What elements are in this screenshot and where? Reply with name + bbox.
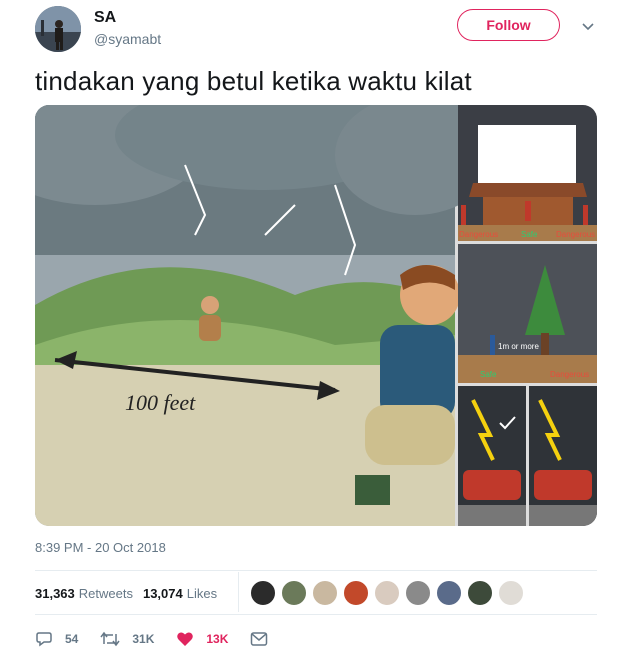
like-button[interactable]: 13K xyxy=(176,630,228,648)
stats-separator xyxy=(238,572,239,612)
liker-avatar[interactable] xyxy=(312,580,338,606)
tweet-text: tindakan yang betul ketika waktu kilat xyxy=(35,66,472,96)
liker-avatar[interactable] xyxy=(436,580,462,606)
display-name[interactable]: SA xyxy=(94,9,116,27)
tree-label-dangerous: Dangerous xyxy=(550,370,589,379)
liker-avatar[interactable] xyxy=(343,580,369,606)
retweet-button[interactable]: 31K xyxy=(100,630,154,648)
house-label-left: Dangerous xyxy=(459,230,498,239)
tweet-media[interactable]: 100 feet Dangerous Safe Dangerous 1m or … xyxy=(35,105,597,526)
user-handle[interactable]: @syamabt xyxy=(94,31,161,47)
tree-distance-label: 1m or more xyxy=(498,342,539,351)
retweet-count: 31K xyxy=(132,632,155,646)
follow-button[interactable]: Follow xyxy=(457,9,560,41)
liker-avatar[interactable] xyxy=(374,580,400,606)
retweets-stat[interactable]: 31,363 Retweets xyxy=(35,586,133,601)
avatar[interactable] xyxy=(35,6,81,52)
media-illustration: 100 feet Dangerous Safe Dangerous 1m or … xyxy=(35,105,597,526)
retweet-icon xyxy=(100,631,120,647)
reply-icon xyxy=(36,632,52,647)
liker-avatar[interactable] xyxy=(467,580,493,606)
like-count: 13K xyxy=(206,632,229,646)
envelope-icon xyxy=(251,632,268,646)
distance-label: 100 feet xyxy=(125,390,196,415)
tweet-actions: 54 31K 13K xyxy=(35,630,302,648)
tweet-timestamp[interactable]: 8:39 PM - 20 Oct 2018 xyxy=(35,540,166,555)
reply-button[interactable]: 54 xyxy=(35,630,78,648)
reply-count: 54 xyxy=(65,632,79,646)
liker-avatar[interactable] xyxy=(250,580,276,606)
liker-avatar[interactable] xyxy=(281,580,307,606)
heart-icon xyxy=(177,632,194,646)
divider xyxy=(35,614,597,615)
likers-avatars xyxy=(250,580,529,606)
tree-label-safe: Safe xyxy=(480,370,497,379)
house-label-right: Dangerous xyxy=(556,230,595,239)
likes-stat[interactable]: 13,074 Likes xyxy=(143,586,217,601)
liker-avatar[interactable] xyxy=(498,580,524,606)
house-label-safe: Safe xyxy=(521,230,538,239)
chevron-down-icon[interactable] xyxy=(580,18,596,34)
liker-avatar[interactable] xyxy=(405,580,431,606)
divider xyxy=(35,570,597,571)
tweet-stats: 31,363 Retweets 13,074 Likes xyxy=(35,586,227,601)
direct-message-button[interactable] xyxy=(250,631,280,647)
